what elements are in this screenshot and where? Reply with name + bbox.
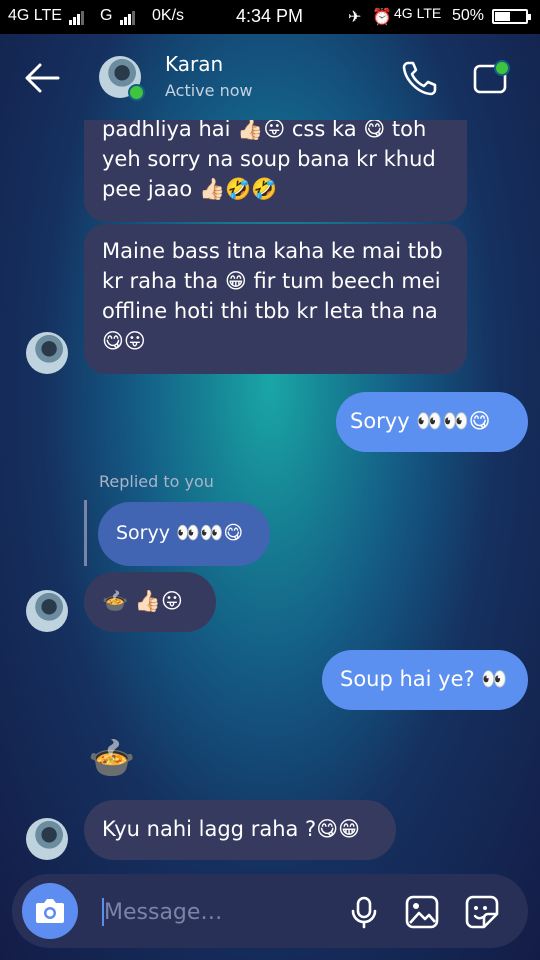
signal-bars-icon xyxy=(119,7,136,25)
message-bubble[interactable]: Maine bass itna kaha ke mai tbb kr raha … xyxy=(84,224,467,374)
clock: 4:34 PM xyxy=(236,6,304,26)
alarm-icon: ⏰ xyxy=(372,9,392,26)
battery-icon xyxy=(492,9,531,24)
chat-header: Karan Active now xyxy=(0,34,540,120)
battery-fill xyxy=(495,12,510,21)
message-list[interactable]: padhliya hai 👍🏻😛 css ka 😋 toh yeh sorry … xyxy=(0,120,540,870)
message-bubble[interactable]: Kyu nahi lagg raha ?😋😁 xyxy=(84,800,396,860)
camera-button[interactable] xyxy=(22,883,78,939)
message-text: Soup hai ye? 👀 xyxy=(340,667,508,691)
reply-indicator-line xyxy=(84,500,87,566)
reply-label: Replied to you xyxy=(99,472,214,491)
message-bubble[interactable]: 🍲 👍🏻😛 xyxy=(84,572,216,632)
avatar[interactable] xyxy=(26,590,68,632)
avatar[interactable] xyxy=(26,332,68,374)
avatar[interactable] xyxy=(26,818,68,860)
message-bubble[interactable]: Soryy 👀👀😋 xyxy=(336,392,528,452)
emoji-message[interactable]: 🍲 xyxy=(88,736,135,780)
battery-percent: 50% xyxy=(452,7,485,24)
status-bar: 4G LTE G 0K/s 4:34 PM ✈ ⏰ 4G LTE 50% xyxy=(0,0,540,34)
message-bubble[interactable]: padhliya hai 👍🏻😛 css ka 😋 toh yeh sorry … xyxy=(84,120,467,222)
network-indicator-2: G xyxy=(100,7,136,25)
message-text: Soryy 👀👀😋 xyxy=(350,409,491,433)
replied-message-bubble[interactable]: Soryy 👀👀😋 xyxy=(98,502,270,566)
back-arrow-icon[interactable] xyxy=(22,60,62,96)
message-composer xyxy=(12,874,528,948)
message-text: 🍲 👍🏻😛 xyxy=(102,589,183,613)
sticker-icon[interactable] xyxy=(464,894,500,930)
signal-bars-icon xyxy=(69,7,85,25)
gallery-icon[interactable] xyxy=(404,894,440,930)
contact-name[interactable]: Karan xyxy=(165,52,223,76)
message-text: padhliya hai 👍🏻😛 css ka 😋 toh yeh sorry … xyxy=(102,120,436,201)
network-label-3: 4G LTE xyxy=(394,5,442,21)
network-label-2: G xyxy=(100,7,113,24)
message-bubble[interactable]: Soup hai ye? 👀 xyxy=(322,650,528,710)
online-indicator xyxy=(128,84,145,101)
video-call-icon[interactable] xyxy=(472,58,516,98)
network-label-1: 4G LTE xyxy=(8,7,62,24)
message-text: Soryy 👀👀😋 xyxy=(116,522,244,544)
camera-icon xyxy=(36,899,64,923)
message-text: Kyu nahi lagg raha ?😋😁 xyxy=(102,817,360,841)
contact-status: Active now xyxy=(165,81,253,100)
data-speed: 0K/s xyxy=(152,7,185,24)
message-input[interactable] xyxy=(104,896,324,928)
network-indicator-1: 4G LTE xyxy=(8,7,85,25)
mute-icon: ✈ xyxy=(348,9,362,26)
message-text: Maine bass itna kaha ke mai tbb kr raha … xyxy=(102,239,443,353)
microphone-icon[interactable] xyxy=(346,894,382,930)
phone-icon[interactable] xyxy=(400,58,440,98)
